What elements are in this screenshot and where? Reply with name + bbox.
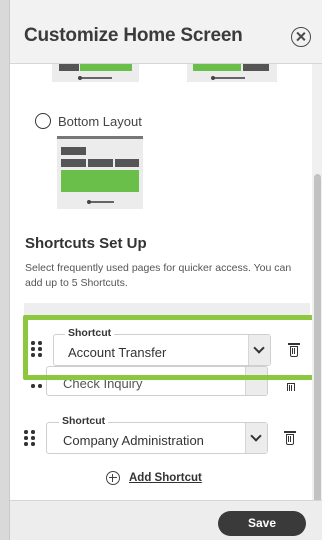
shortcut-value: Company Administration: [63, 433, 204, 448]
section-divider: [24, 303, 310, 315]
shortcut-label: Shortcut: [59, 415, 109, 427]
layout-thumbnail-left-partial[interactable]: [52, 64, 139, 82]
bottom-layout-option[interactable]: Bottom Layout: [35, 113, 142, 129]
bottom-layout-label: Bottom Layout: [58, 113, 142, 129]
layout-thumbnail-right-partial[interactable]: [187, 64, 277, 82]
drag-handle-icon[interactable]: [31, 383, 43, 391]
add-shortcut-label: Add Shortcut: [129, 472, 202, 484]
shortcuts-description: Select frequently used pages for quicker…: [25, 262, 292, 289]
trash-icon[interactable]: [286, 383, 296, 391]
bottom-layout-radio[interactable]: [35, 113, 51, 129]
plus-circle-icon: [106, 471, 120, 485]
trash-icon[interactable]: [284, 431, 296, 445]
scrollbar[interactable]: [312, 64, 322, 506]
bottom-layout-thumbnail[interactable]: [57, 136, 143, 209]
panel-header: Customize Home Screen: [10, 0, 322, 64]
customize-home-panel: Customize Home Screen Bottom Layout Shor…: [9, 0, 322, 540]
highlight-box: [23, 315, 322, 380]
close-icon[interactable]: [291, 27, 311, 47]
shortcuts-title: Shortcuts Set Up: [25, 235, 147, 252]
add-shortcut-button[interactable]: Add Shortcut: [106, 471, 202, 485]
chevron-down-icon: [250, 430, 262, 442]
save-button[interactable]: Save: [218, 511, 306, 536]
dropdown-toggle[interactable]: [245, 423, 267, 453]
page-title: Customize Home Screen: [24, 25, 243, 46]
scrollbar-thumb[interactable]: [314, 174, 321, 504]
drag-handle-icon[interactable]: [24, 430, 36, 446]
